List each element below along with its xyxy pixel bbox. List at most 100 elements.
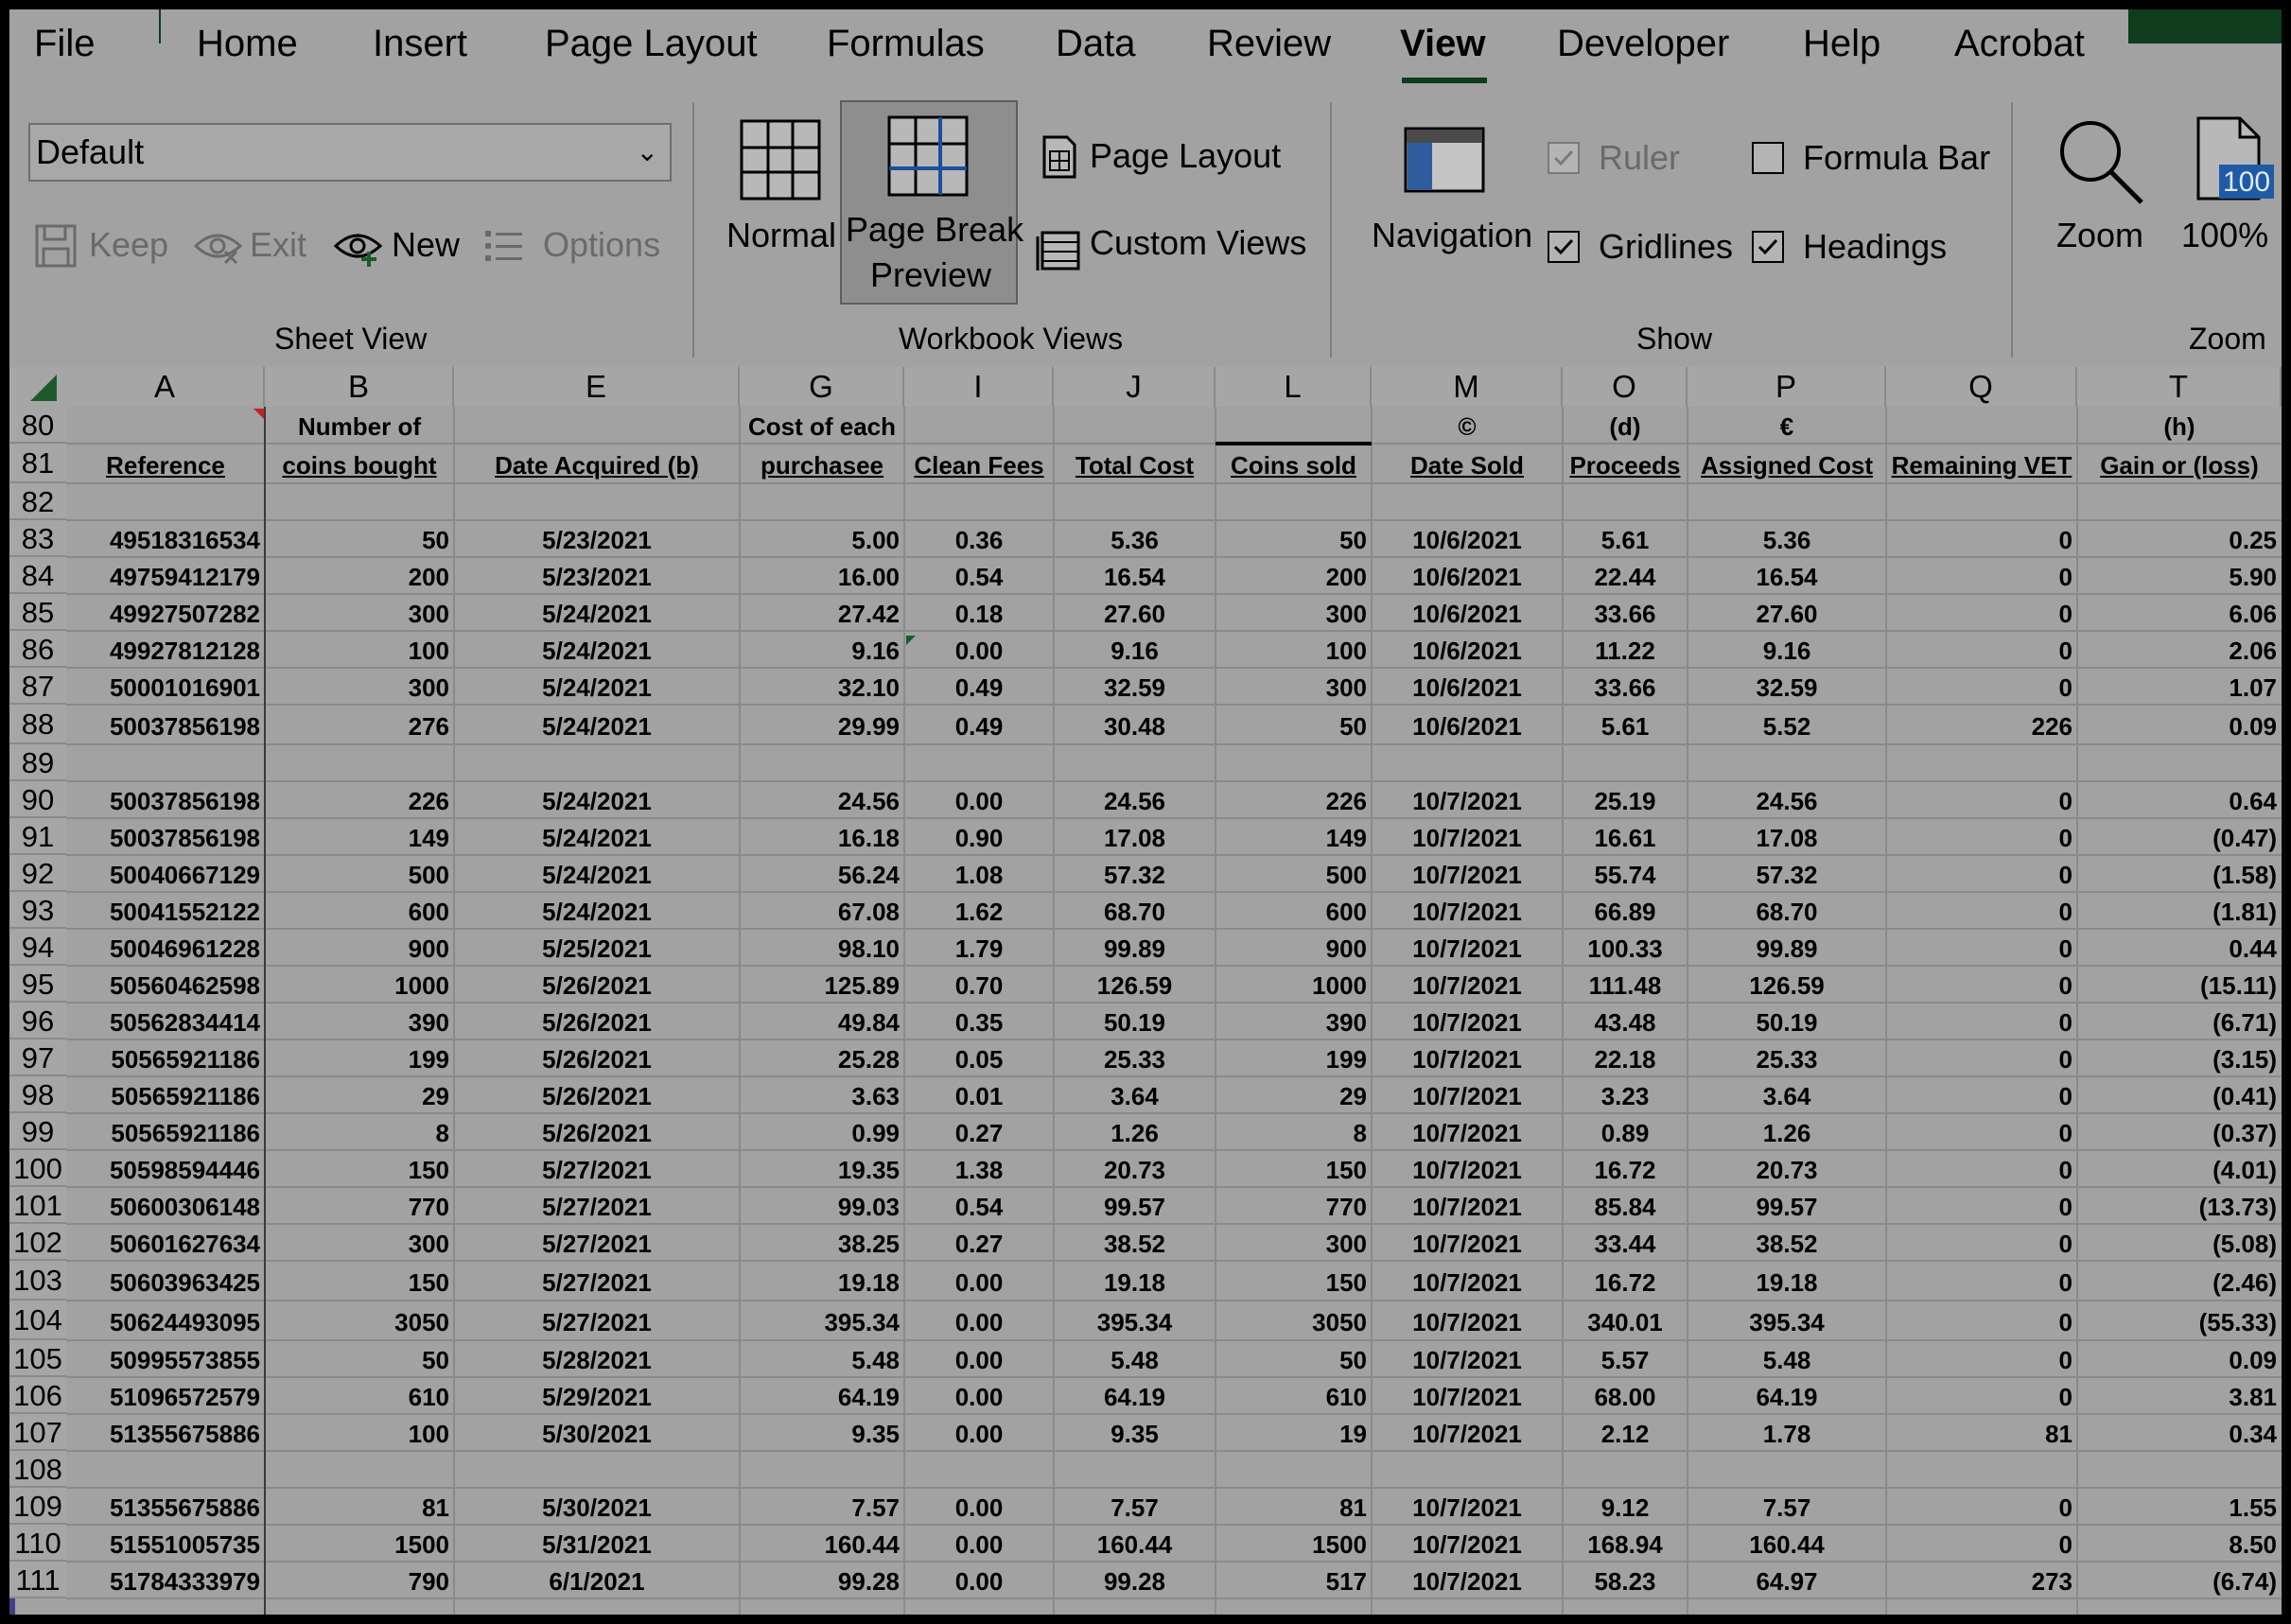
cell-e-81[interactable]: Date Acquired (b)	[454, 444, 740, 483]
cell-o-102[interactable]: 33.44	[1563, 1224, 1688, 1261]
cell-p-101[interactable]: 99.57	[1688, 1187, 1886, 1224]
cell-e-91[interactable]: 5/24/2021	[454, 818, 740, 855]
cell-o-85[interactable]: 33.66	[1563, 594, 1688, 631]
cell-l-90[interactable]: 226	[1215, 781, 1372, 818]
normal-view-button[interactable]: Normal	[723, 104, 840, 303]
cell-a-83[interactable]: 49518316534	[66, 520, 265, 557]
cell-e-85[interactable]: 5/24/2021	[454, 594, 740, 631]
cell-q-103[interactable]: 0	[1886, 1261, 2077, 1301]
cell-t-99[interactable]: (0.37)	[2077, 1113, 2282, 1150]
cell-b-82[interactable]	[265, 483, 454, 520]
cell-i-106[interactable]: 0.00	[904, 1377, 1054, 1414]
cell-b-89[interactable]	[265, 744, 454, 781]
cell-a-104[interactable]: 50624493095	[66, 1301, 265, 1340]
cell-g-82[interactable]	[740, 483, 904, 520]
cell-j-86[interactable]: 9.16	[1054, 631, 1215, 668]
cell-l-96[interactable]: 390	[1215, 1003, 1372, 1039]
new-sheet-view-button[interactable]: New	[333, 219, 475, 272]
page-layout-view-button[interactable]: Page Layout	[1041, 132, 1305, 185]
cell-t-103[interactable]: (2.46)	[2077, 1261, 2282, 1301]
column-header-q[interactable]: Q	[1886, 367, 2077, 407]
cell-p-96[interactable]: 50.19	[1688, 1003, 1886, 1039]
cell-t-95[interactable]: (15.11)	[2077, 966, 2282, 1003]
cell-i-87[interactable]: 0.49	[904, 668, 1054, 705]
cell-e-86[interactable]: 5/24/2021	[454, 631, 740, 668]
cell-e-103[interactable]: 5/27/2021	[454, 1261, 740, 1301]
cell-t-102[interactable]: (5.08)	[2077, 1224, 2282, 1261]
cell-t-107[interactable]: 0.34	[2077, 1414, 2282, 1451]
tab-view[interactable]: View	[1400, 23, 1485, 65]
cell-l-81[interactable]: Coins sold	[1215, 444, 1372, 483]
cell-i-102[interactable]: 0.27	[904, 1224, 1054, 1261]
cell-i-84[interactable]: 0.54	[904, 557, 1054, 594]
cell-l-99[interactable]: 8	[1215, 1113, 1372, 1150]
cell-i-80[interactable]	[904, 407, 1054, 444]
cell-p-92[interactable]: 57.32	[1688, 855, 1886, 892]
cell-g-104[interactable]: 395.34	[740, 1301, 904, 1340]
cell-q-107[interactable]: 81	[1886, 1414, 2077, 1451]
cell-e-106[interactable]: 5/29/2021	[454, 1377, 740, 1414]
cell-i-111[interactable]: 0.00	[904, 1562, 1054, 1598]
sheet-view-dropdown[interactable]: Default ⌄	[28, 123, 672, 182]
cell-q-84[interactable]: 0	[1886, 557, 2077, 594]
cell-b-85[interactable]: 300	[265, 594, 454, 631]
cell-a-106[interactable]: 51096572579	[66, 1377, 265, 1414]
cell-e-102[interactable]: 5/27/2021	[454, 1224, 740, 1261]
cell-i-85[interactable]: 0.18	[904, 594, 1054, 631]
cell-a-90[interactable]: 50037856198	[66, 781, 265, 818]
cell-t-92[interactable]: (1.58)	[2077, 855, 2282, 892]
cell-i-105[interactable]: 0.00	[904, 1340, 1054, 1377]
cell-a-91[interactable]: 50037856198	[66, 818, 265, 855]
cell-m-81[interactable]: Date Sold	[1372, 444, 1563, 483]
cell-t-81[interactable]: Gain or (loss)	[2077, 444, 2282, 483]
cell-m-80[interactable]: ©	[1372, 407, 1563, 444]
cell-q-80[interactable]	[1886, 407, 2077, 444]
cell-l-108[interactable]	[1215, 1451, 1372, 1488]
cell-e-90[interactable]: 5/24/2021	[454, 781, 740, 818]
headings-checkbox[interactable]	[1752, 231, 1784, 263]
cell-i-107[interactable]: 0.00	[904, 1414, 1054, 1451]
cell-p-98[interactable]: 3.64	[1688, 1076, 1886, 1113]
cell-m-103[interactable]: 10/7/2021	[1372, 1261, 1563, 1301]
cell-q-83[interactable]: 0	[1886, 520, 2077, 557]
tab-file[interactable]: File	[34, 23, 95, 65]
cell-m-83[interactable]: 10/6/2021	[1372, 520, 1563, 557]
tab-page-layout[interactable]: Page Layout	[545, 23, 758, 65]
cell-q-88[interactable]: 226	[1886, 705, 2077, 744]
cell-p-84[interactable]: 16.54	[1688, 557, 1886, 594]
cell-b-91[interactable]: 149	[265, 818, 454, 855]
cell-a-108[interactable]	[66, 1451, 265, 1488]
cell-m-82[interactable]	[1372, 483, 1563, 520]
cell-i-96[interactable]: 0.35	[904, 1003, 1054, 1039]
tab-acrobat[interactable]: Acrobat	[1954, 23, 2085, 65]
cell-a-97[interactable]: 50565921186	[66, 1039, 265, 1076]
cell-a-86[interactable]: 49927812128	[66, 631, 265, 668]
cell-g-83[interactable]: 5.00	[740, 520, 904, 557]
cell-m-99[interactable]: 10/7/2021	[1372, 1113, 1563, 1150]
row-header[interactable]: 91	[9, 818, 66, 855]
cell-e-96[interactable]: 5/26/2021	[454, 1003, 740, 1039]
cell-l-107[interactable]: 19	[1215, 1414, 1372, 1451]
cell-i-83[interactable]: 0.36	[904, 520, 1054, 557]
row-header[interactable]: 102	[9, 1224, 66, 1261]
cell-m-110[interactable]: 10/7/2021	[1372, 1525, 1563, 1562]
cell-i-82[interactable]	[904, 483, 1054, 520]
cell-m-101[interactable]: 10/7/2021	[1372, 1187, 1563, 1224]
cell-t-98[interactable]: (0.41)	[2077, 1076, 2282, 1113]
cell-i-109[interactable]: 0.00	[904, 1488, 1054, 1525]
row-header[interactable]: 85	[9, 594, 66, 631]
cell-o-92[interactable]: 55.74	[1563, 855, 1688, 892]
cell-q-109[interactable]: 0	[1886, 1488, 2077, 1525]
cell-p-107[interactable]: 1.78	[1688, 1414, 1886, 1451]
cell-g-89[interactable]	[740, 744, 904, 781]
cell-l-93[interactable]: 600	[1215, 892, 1372, 929]
cell-b-107[interactable]: 100	[265, 1414, 454, 1451]
cell-j-110[interactable]: 160.44	[1054, 1525, 1215, 1562]
cell-o-99[interactable]: 0.89	[1563, 1113, 1688, 1150]
cell-e-93[interactable]: 5/24/2021	[454, 892, 740, 929]
cell-o-91[interactable]: 16.61	[1563, 818, 1688, 855]
row-header[interactable]: 96	[9, 1003, 66, 1039]
cell-p-82[interactable]	[1688, 483, 1886, 520]
column-header-j[interactable]: J	[1054, 367, 1215, 407]
cell-m-94[interactable]: 10/7/2021	[1372, 929, 1563, 966]
